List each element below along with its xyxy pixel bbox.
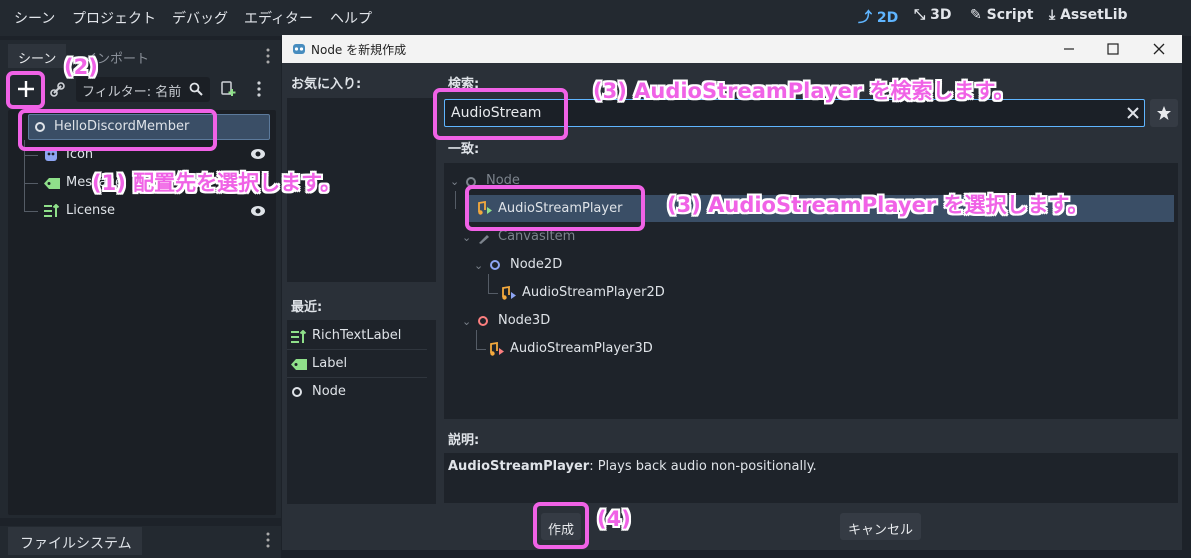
audio-icon	[501, 286, 517, 301]
dialog-titlebar: Node を新規作成	[282, 35, 1182, 63]
match-audiostreamplayer3d[interactable]: AudioStreamPlayer3D	[510, 341, 653, 356]
cancel-button[interactable]: キャンセル	[840, 513, 921, 540]
tree-connector	[476, 349, 486, 350]
recent-item-node[interactable]: Node	[312, 384, 346, 399]
tree-connector	[24, 211, 38, 212]
canvasitem-icon	[478, 232, 490, 244]
search-icon	[189, 82, 203, 96]
mode-2d-button[interactable]: ⤴ 2D	[858, 7, 898, 27]
menu-scene[interactable]: シーン	[14, 8, 55, 28]
node2d-icon	[490, 260, 500, 270]
annotation-step3-select: (3) AudioStreamPlayer を選択します。	[667, 193, 1089, 217]
menu-debug[interactable]: デバッグ	[172, 8, 228, 28]
match-canvasitem[interactable]: CanvasItem	[498, 229, 575, 244]
label-icon	[291, 359, 307, 370]
tree-connector	[24, 155, 38, 156]
annotation-box-search	[433, 88, 568, 140]
annotation-step2: (2)	[64, 55, 98, 79]
match-node3d[interactable]: Node3D	[498, 313, 550, 328]
star-icon	[1156, 105, 1172, 121]
dialog-title: Node を新規作成	[311, 43, 407, 57]
recent-list	[287, 320, 436, 504]
2d-mode-icon: ⤴	[858, 10, 872, 26]
menu-help[interactable]: ヘルプ	[330, 8, 372, 28]
mode-assetlib-button[interactable]: ⤓ AssetLib	[1049, 7, 1128, 23]
godot-logo-icon	[292, 41, 306, 55]
tree-connector	[24, 183, 38, 184]
mode-script-button[interactable]: ✎ Script	[970, 7, 1033, 23]
annotation-box-create	[533, 502, 589, 549]
annotation-box-audiostreamplayer	[465, 185, 645, 231]
menu-editor[interactable]: エディター	[244, 8, 313, 28]
attach-script-icon[interactable]	[220, 81, 236, 97]
node-circle-icon	[292, 387, 302, 397]
clear-search-icon[interactable]	[1126, 106, 1140, 120]
tree-connector	[476, 330, 477, 350]
tree-connector	[488, 293, 498, 294]
tree-connector	[488, 274, 489, 294]
close-icon[interactable]	[1152, 42, 1166, 56]
maximize-icon[interactable]	[1106, 42, 1120, 56]
annotation-step3-search: (3) AudioStreamPlayer を検索します。	[593, 79, 1015, 103]
3d-mode-icon: ⤡	[914, 7, 926, 23]
scene-more-icon[interactable]	[257, 81, 261, 97]
assetlib-icon: ⤓	[1049, 7, 1056, 23]
dock-menu-icon[interactable]	[266, 48, 270, 64]
description-text: AudioStreamPlayer: Plays back audio non-…	[448, 459, 817, 474]
menu-project[interactable]: プロジェクト	[72, 8, 156, 28]
matches-label: 一致:	[448, 142, 480, 157]
label-icon	[44, 178, 60, 189]
mode-3d-button[interactable]: ⤡ 3D	[914, 7, 951, 23]
visibility-eye-icon[interactable]	[250, 148, 266, 160]
favorite-star-button[interactable]	[1150, 99, 1178, 127]
annotation-box-add-node	[6, 71, 45, 109]
chevron-down-icon[interactable]: ⌄	[474, 259, 483, 272]
description-label: 説明:	[448, 433, 480, 448]
scene-filter-placeholder: フィルター: 名前	[82, 85, 182, 100]
scene-node-label[interactable]: License	[66, 203, 115, 218]
chevron-down-icon[interactable]: ⌄	[462, 315, 471, 328]
recent-item-label[interactable]: Label	[312, 356, 347, 371]
chevron-down-icon[interactable]: ⌄	[450, 175, 459, 188]
node3d-icon	[478, 316, 488, 326]
link-icon[interactable]	[50, 82, 66, 98]
annotation-box-scene-root	[18, 109, 217, 151]
richtextlabel-icon	[291, 330, 307, 344]
tab-scene[interactable]: シーン	[8, 44, 67, 68]
tree-connector	[455, 191, 456, 209]
favorites-label: お気に入り:	[291, 77, 362, 92]
richtextlabel-icon	[44, 204, 60, 218]
list-divider	[287, 377, 427, 378]
tab-filesystem[interactable]: ファイルシステム	[8, 527, 142, 555]
filesystem-menu-icon[interactable]	[266, 532, 270, 548]
annotation-step1: (1) 配置先を選択します。	[92, 171, 342, 195]
visibility-eye-icon[interactable]	[250, 205, 266, 217]
script-icon: ✎	[970, 7, 982, 23]
scene-filter-input[interactable]: フィルター: 名前	[76, 77, 210, 102]
audio-icon	[489, 342, 505, 357]
match-node2d[interactable]: Node2D	[510, 257, 562, 272]
match-audiostreamplayer2d[interactable]: AudioStreamPlayer2D	[522, 285, 665, 300]
minimize-icon[interactable]	[1062, 42, 1076, 56]
chevron-down-icon[interactable]: ⌄	[462, 231, 471, 244]
annotation-step4: (4)	[597, 507, 631, 531]
recent-label: 最近:	[291, 300, 323, 315]
list-divider	[287, 349, 427, 350]
description-panel: AudioStreamPlayer: Plays back audio non-…	[444, 453, 1178, 503]
recent-item-richtextlabel[interactable]: RichTextLabel	[312, 328, 401, 343]
